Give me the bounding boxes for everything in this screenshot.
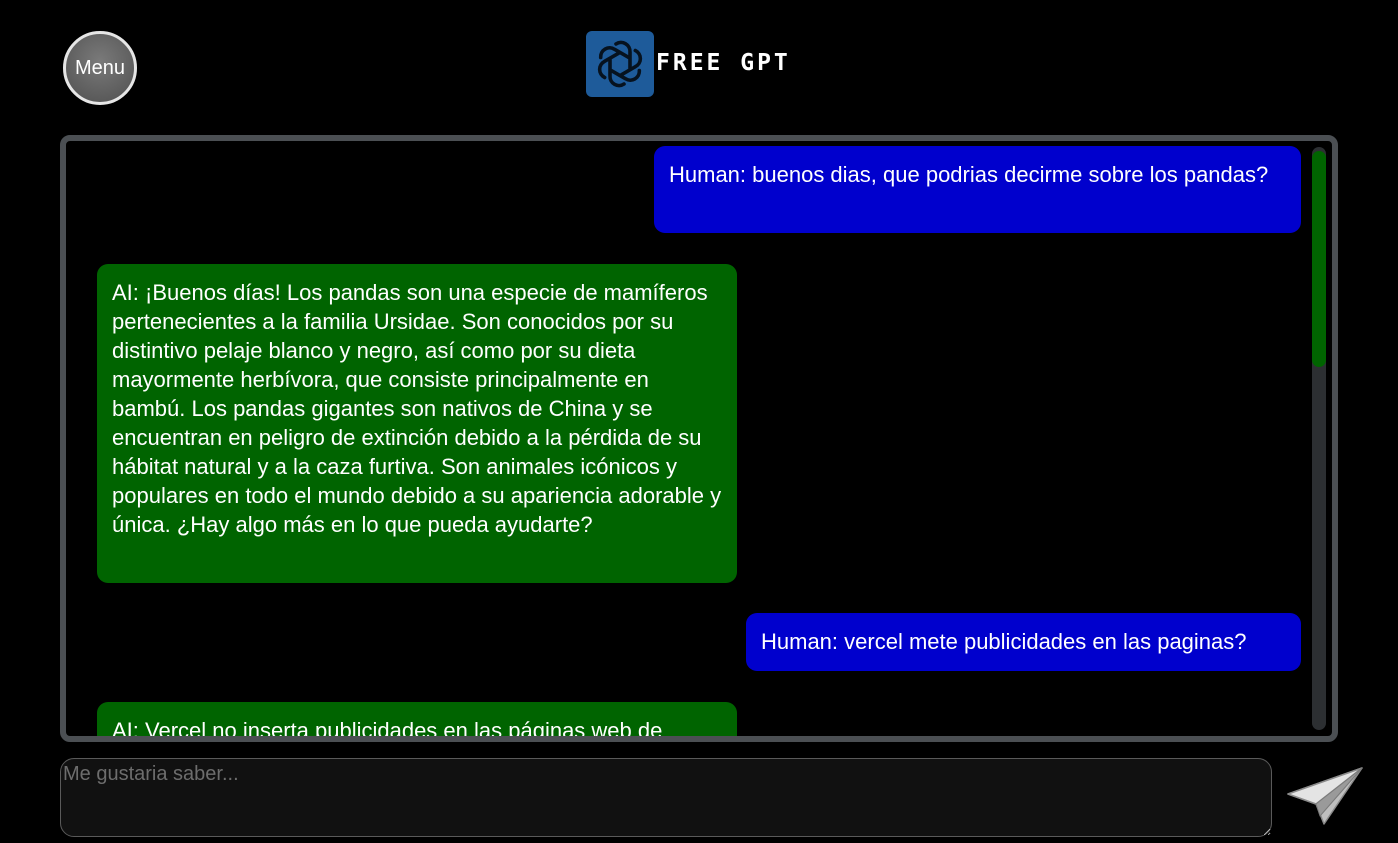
paper-plane-icon [1287,767,1363,825]
ai-message: AI: Vercel no inserta publicidades en la… [97,702,737,736]
brand-header: FREE GPT [586,31,791,97]
chat-scrollbar[interactable] [1312,147,1326,730]
menu-button[interactable]: Menu [63,31,137,105]
human-message: Human: vercel mete publicidades en las p… [746,613,1301,671]
send-button[interactable] [1284,764,1366,828]
chat-panel[interactable]: Human: buenos dias, que podrias decirme … [60,135,1338,742]
human-message: Human: buenos dias, que podrias decirme … [654,146,1301,233]
chat-scrollbar-thumb[interactable] [1312,151,1326,367]
openai-logo-icon [586,31,654,97]
message-list[interactable]: Human: buenos dias, que podrias decirme … [66,141,1312,736]
app-title: FREE GPT [656,50,791,76]
ai-message: AI: ¡Buenos días! Los pandas son una esp… [97,264,737,583]
message-input[interactable] [60,758,1272,837]
